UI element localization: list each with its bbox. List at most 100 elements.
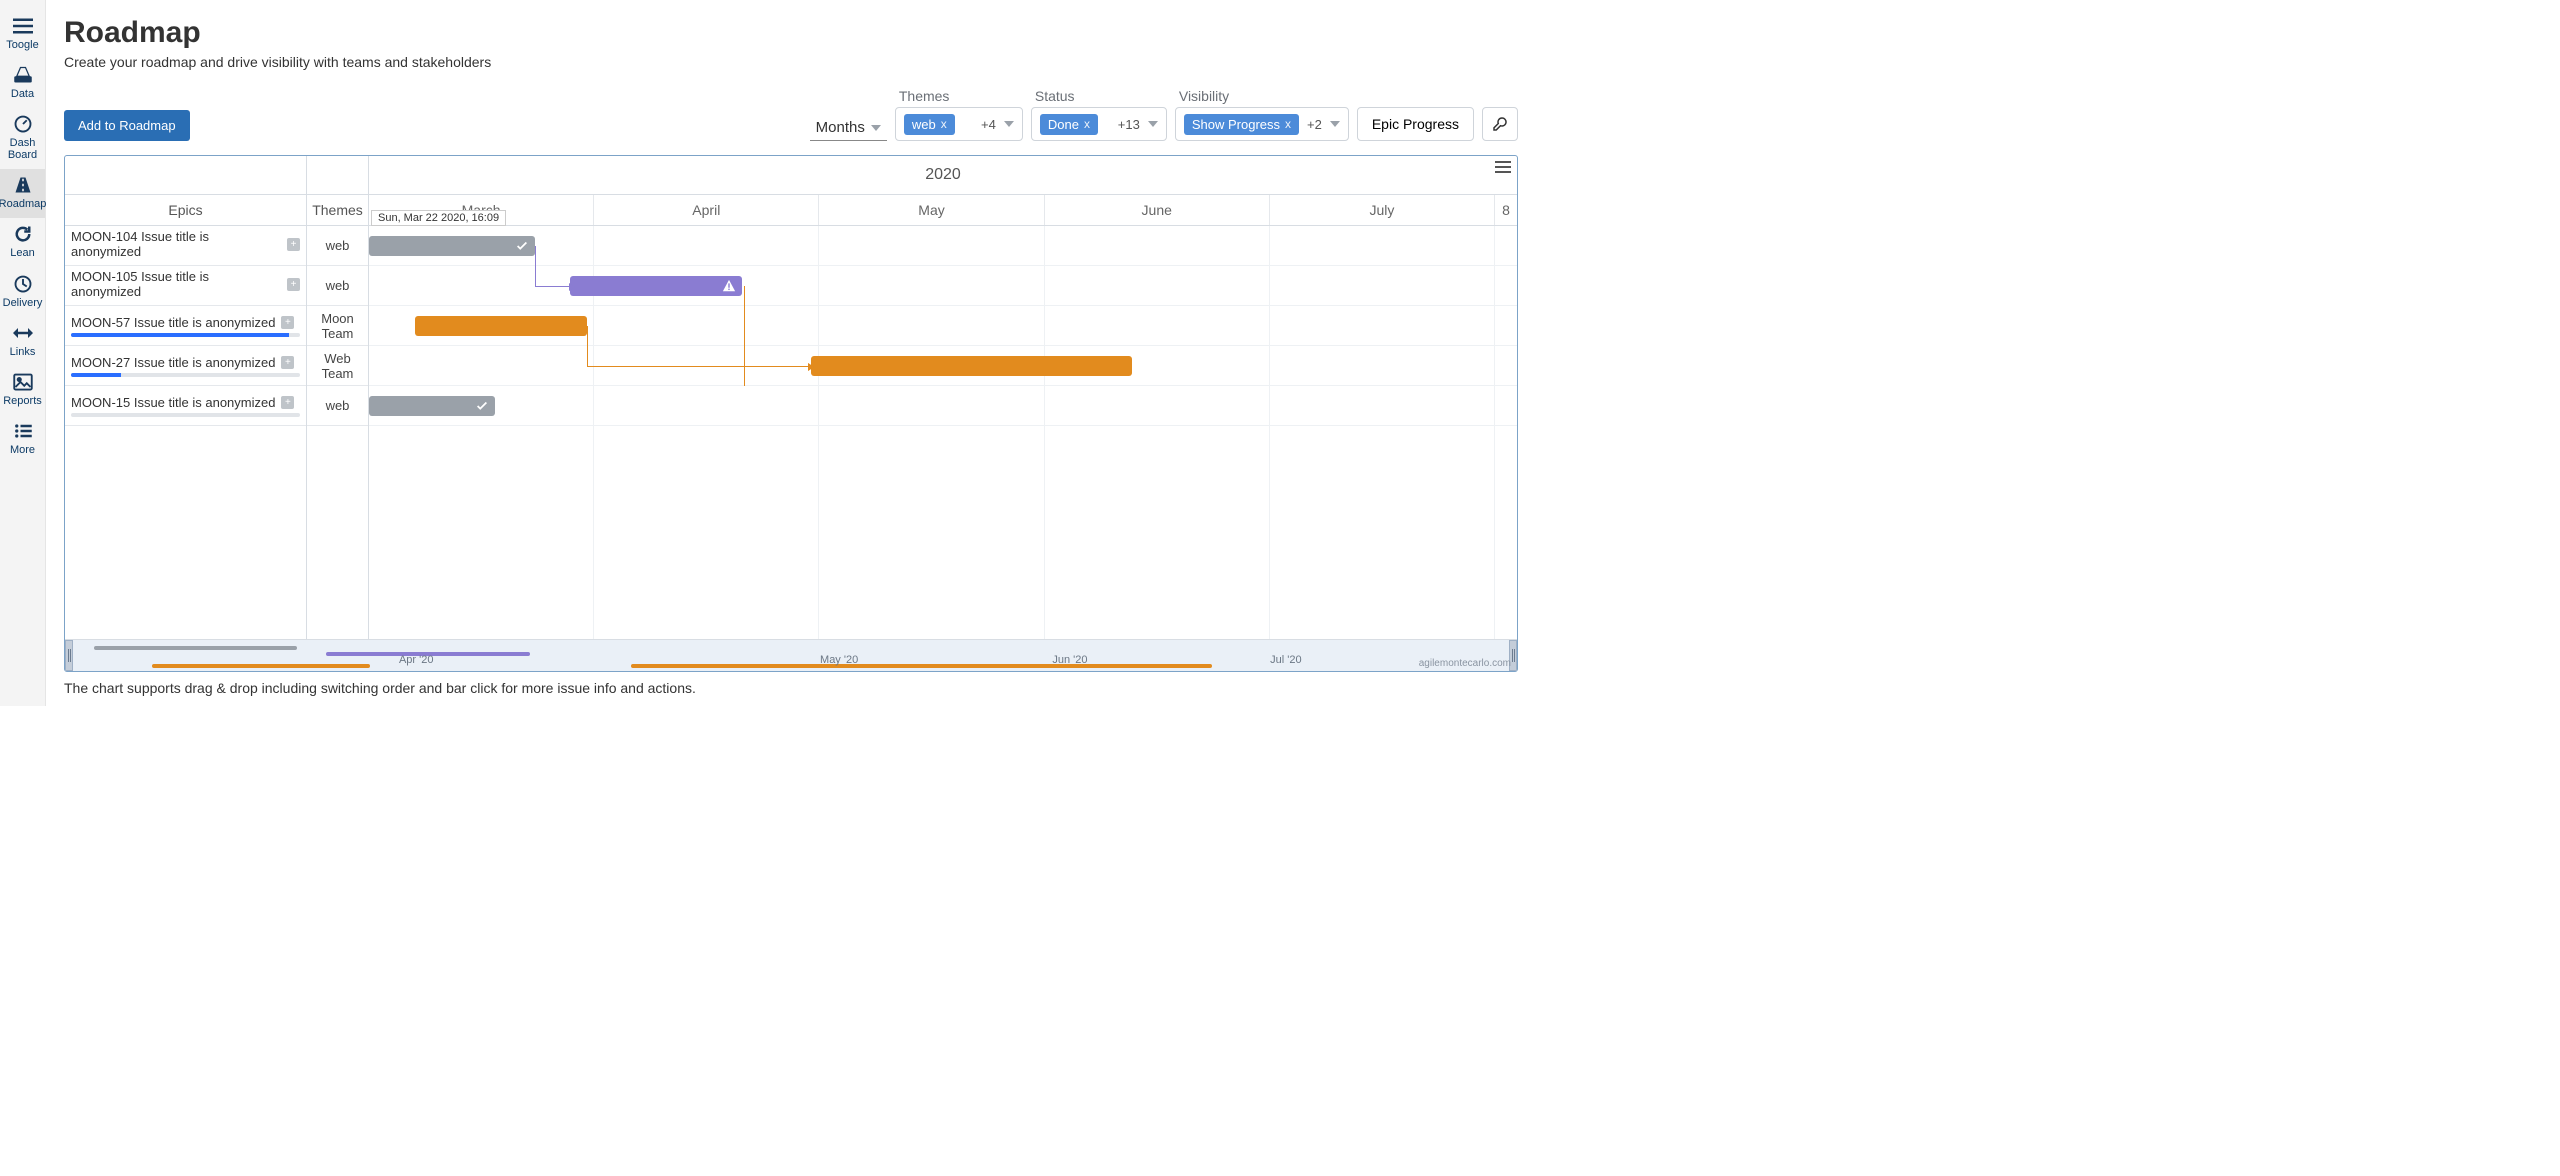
visibility-filter-group: Visibility Show Progress x +2 <box>1175 88 1349 141</box>
add-to-roadmap-button[interactable]: Add to Roadmap <box>64 110 190 141</box>
epic-row[interactable]: MOON-57 Issue title is anonymized + <box>65 306 306 346</box>
sidebar-item-toggle[interactable]: Toogle <box>0 10 45 59</box>
check-icon <box>515 239 529 253</box>
epics-column-header: Epics <box>65 195 307 225</box>
road-icon <box>13 175 33 195</box>
chip-remove-icon[interactable]: x <box>1285 117 1291 131</box>
epic-title-text: MOON-104 Issue title is anonymized <box>71 229 281 259</box>
sidebar-item-links[interactable]: Links <box>0 317 45 366</box>
epic-row[interactable]: MOON-15 Issue title is anonymized + <box>65 386 306 426</box>
sidebar-item-label: Reports <box>3 395 42 407</box>
epic-progress-button[interactable]: Epic Progress <box>1357 107 1474 141</box>
bar-tooltip: Sun, Mar 22 2020, 16:09 <box>371 210 506 226</box>
themes-filter-group: Themes web x +4 <box>895 88 1023 141</box>
sidebar-item-delivery[interactable]: Delivery <box>0 268 45 317</box>
chip-remove-icon[interactable]: x <box>1084 117 1090 131</box>
theme-cell: Moon Team <box>307 306 368 346</box>
filter-label: Status <box>1031 88 1167 104</box>
add-child-icon[interactable]: + <box>281 396 294 409</box>
theme-cell: web <box>307 386 368 426</box>
sidebar-item-data[interactable]: Data <box>0 59 45 108</box>
year-label: 2020 <box>369 156 1517 194</box>
chevron-down-icon <box>1004 121 1014 127</box>
drive-icon <box>13 65 33 85</box>
refresh-icon <box>13 224 33 244</box>
sidebar-item-label: Dash Board <box>8 137 37 161</box>
visibility-chip[interactable]: Show Progress x <box>1184 114 1299 135</box>
gantt-bar[interactable] <box>415 316 587 336</box>
status-filter[interactable]: Done x +13 <box>1031 107 1167 141</box>
chip-remove-icon[interactable]: x <box>941 117 947 131</box>
themes-column: web web Moon Team Web Team web <box>307 226 369 639</box>
main-content: Roadmap Create your roadmap and drive vi… <box>46 0 1536 706</box>
theme-cell: Web Team <box>307 346 368 386</box>
sidebar-item-lean[interactable]: Lean <box>0 218 45 267</box>
add-child-icon[interactable]: + <box>287 238 300 251</box>
nav-month: Jul '20 <box>1270 654 1301 666</box>
sidebar-item-dashboard[interactable]: Dash Board <box>0 108 45 169</box>
sidebar-item-label: Toogle <box>6 39 38 51</box>
sidebar-item-label: Data <box>11 88 34 100</box>
epics-column: MOON-104 Issue title is anonymized + MOO… <box>65 226 307 639</box>
warning-icon <box>722 279 736 293</box>
themes-column-header: Themes <box>307 195 369 225</box>
sidebar-item-more[interactable]: More <box>0 415 45 464</box>
toolbar: Add to Roadmap Months Themes web x +4 St… <box>64 88 1518 141</box>
image-icon <box>13 372 33 392</box>
status-extra-count: +13 <box>1118 117 1140 132</box>
page-subtitle: Create your roadmap and drive visibility… <box>64 54 1518 70</box>
roadmap-grid: 2020 Epics Themes March April May June J… <box>64 155 1518 672</box>
sidebar-item-reports[interactable]: Reports <box>0 366 45 415</box>
add-child-icon[interactable]: + <box>281 316 294 329</box>
filter-label: Themes <box>895 88 1023 104</box>
wrench-icon <box>1492 116 1508 132</box>
sidebar-item-label: Lean <box>10 247 34 259</box>
add-child-icon[interactable]: + <box>281 356 294 369</box>
gantt-bar[interactable] <box>570 276 742 296</box>
status-chip[interactable]: Done x <box>1040 114 1098 135</box>
sidebar-item-label: More <box>10 444 35 456</box>
epic-progress-bar <box>71 373 300 377</box>
month-header: 8 <box>1495 195 1517 225</box>
sidebar-item-roadmap[interactable]: Roadmap <box>0 169 45 218</box>
epic-title-text: MOON-27 Issue title is anonymized <box>71 355 275 370</box>
theme-cell: web <box>307 266 368 306</box>
nav-handle-left[interactable] <box>65 640 73 671</box>
visibility-extra-count: +2 <box>1307 117 1322 132</box>
gantt-bar[interactable] <box>369 396 495 416</box>
chevron-down-icon <box>1330 121 1340 127</box>
visibility-filter[interactable]: Show Progress x +2 <box>1175 107 1349 141</box>
gantt-bar[interactable] <box>811 356 1132 376</box>
chart-menu-icon[interactable] <box>1495 160 1511 177</box>
watermark: agilemontecarlo.com <box>1419 658 1511 669</box>
helper-text: The chart supports drag & drop including… <box>64 680 1518 696</box>
page-title: Roadmap <box>64 16 1518 50</box>
sidebar-item-label: Roadmap <box>0 198 46 210</box>
epic-row[interactable]: MOON-104 Issue title is anonymized + <box>65 226 306 266</box>
add-child-icon[interactable]: + <box>287 278 300 291</box>
filter-label: Visibility <box>1175 88 1349 104</box>
sidebar-item-label: Links <box>10 346 36 358</box>
themes-filter[interactable]: web x +4 <box>895 107 1023 141</box>
epic-progress-bar <box>71 413 300 417</box>
nav-month: Jun '20 <box>1052 654 1087 666</box>
month-header: June <box>1045 195 1270 225</box>
epic-row[interactable]: MOON-27 Issue title is anonymized + <box>65 346 306 386</box>
epic-progress-bar <box>71 333 300 337</box>
gantt-bar[interactable] <box>369 236 535 256</box>
gantt-lane <box>369 386 1517 426</box>
epic-title-text: MOON-15 Issue title is anonymized <box>71 395 275 410</box>
epic-row[interactable]: MOON-105 Issue title is anonymized + <box>65 266 306 306</box>
time-unit-value: Months <box>816 119 865 136</box>
status-filter-group: Status Done x +13 <box>1031 88 1167 141</box>
epic-title-text: MOON-57 Issue title is anonymized <box>71 315 275 330</box>
time-unit-select[interactable]: Months <box>810 115 887 141</box>
timeline-navigator[interactable]: Apr '20 May '20 Jun '20 Jul '20 agilemon… <box>65 639 1517 671</box>
month-header: May <box>819 195 1044 225</box>
check-icon <box>475 399 489 413</box>
bars-icon <box>13 16 33 36</box>
themes-chip[interactable]: web x <box>904 114 955 135</box>
sidebar-item-label: Delivery <box>3 297 43 309</box>
settings-button[interactable] <box>1482 107 1518 141</box>
chevron-down-icon <box>871 125 881 131</box>
